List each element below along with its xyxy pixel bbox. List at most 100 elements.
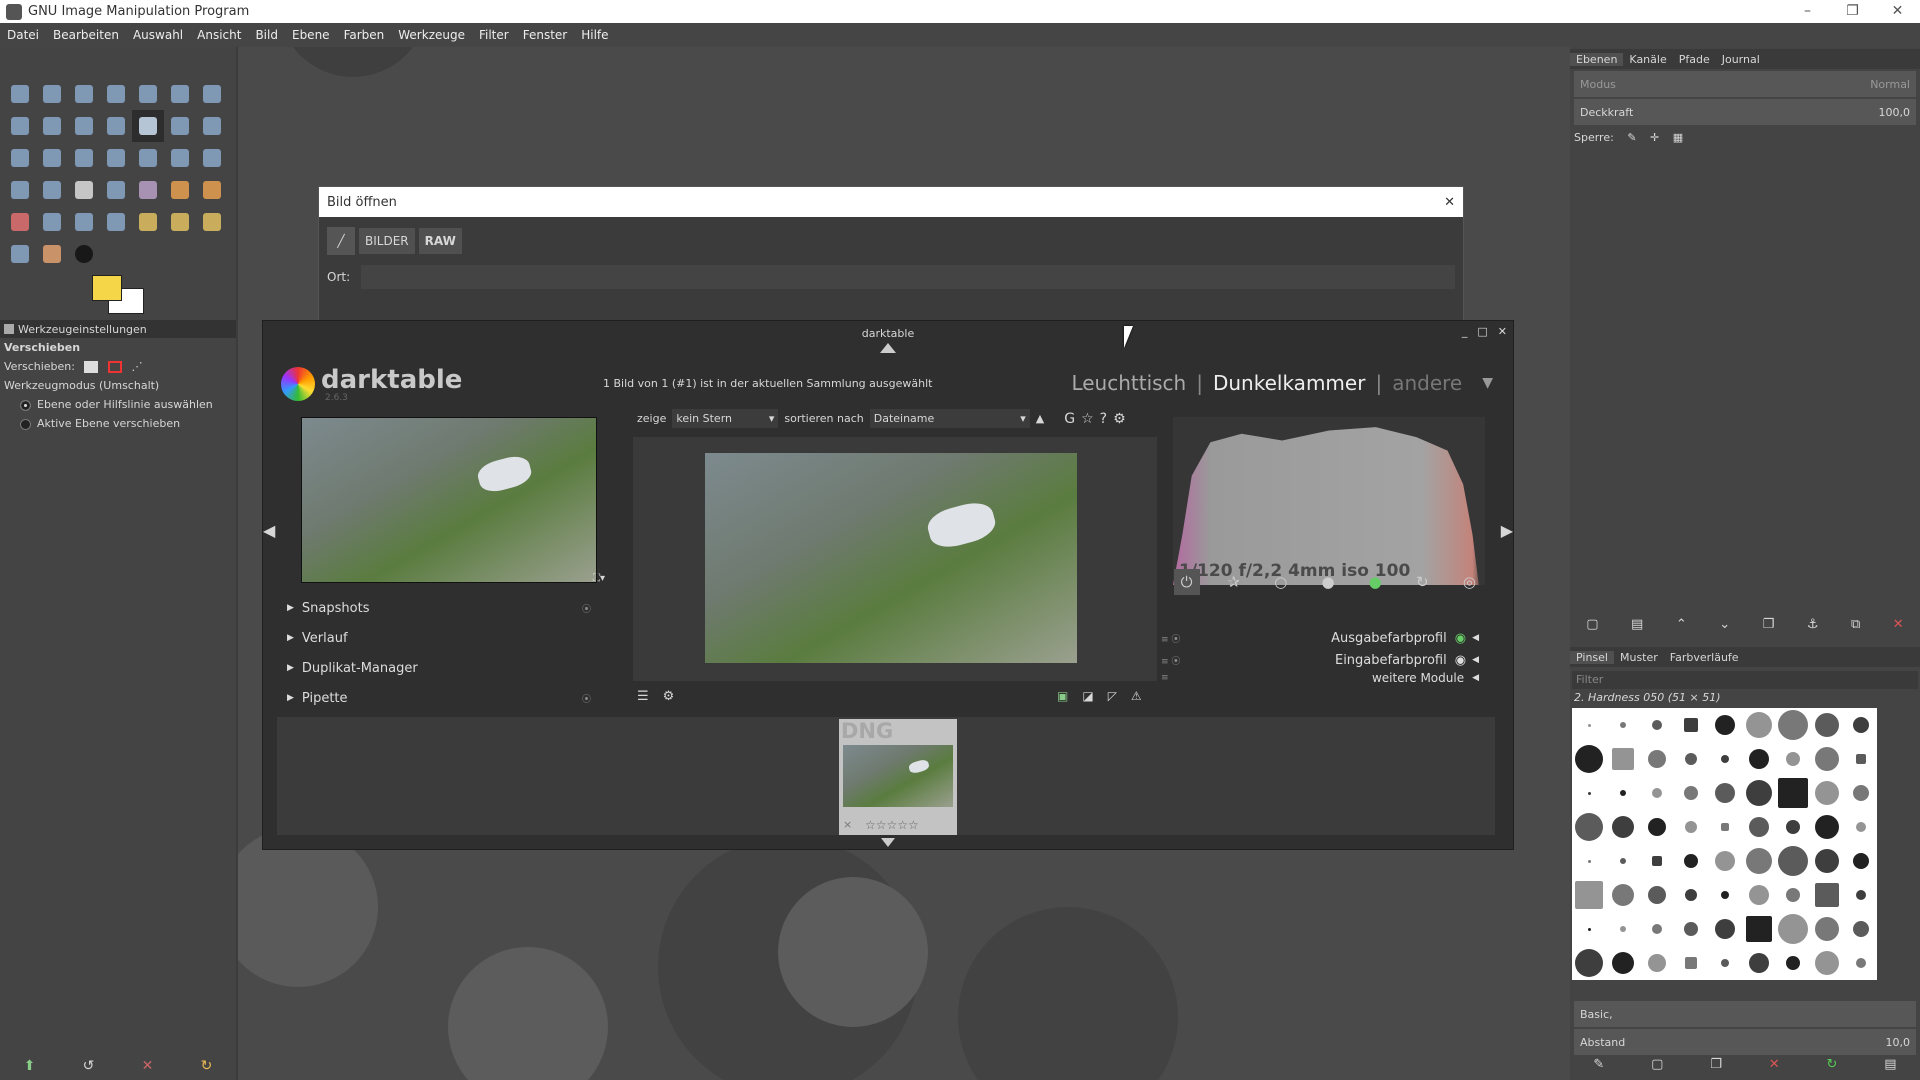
brush-preset-select[interactable]: Basic, <box>1574 1001 1916 1027</box>
perspective-icon[interactable] <box>164 142 196 174</box>
brush-preview[interactable] <box>1606 912 1640 946</box>
brush-spacing-slider[interactable]: Abstand 10,0 <box>1574 1029 1916 1055</box>
view-menu-icon[interactable]: ▼ <box>1482 371 1493 395</box>
new-layer-icon[interactable]: ▢ <box>1586 617 1598 641</box>
gradient-icon[interactable] <box>132 174 164 206</box>
location-input[interactable] <box>361 265 1455 289</box>
brush-preview[interactable] <box>1640 742 1674 776</box>
anchor-layer-icon[interactable]: ⚓ <box>1807 617 1819 641</box>
scissors-icon[interactable] <box>164 78 196 110</box>
view-dunkelkammer[interactable]: Dunkelkammer <box>1213 371 1365 395</box>
brush-preview[interactable] <box>1810 912 1844 946</box>
tab-pinsel[interactable]: Pinsel <box>1570 650 1614 664</box>
blur-icon[interactable] <box>4 238 36 270</box>
ellipse-select-icon[interactable] <box>36 78 68 110</box>
brush-preview[interactable] <box>1606 708 1640 742</box>
navigation-preview[interactable] <box>301 417 597 583</box>
mypaint-brush-icon[interactable] <box>100 206 132 238</box>
tab-muster[interactable]: Muster <box>1614 651 1664 664</box>
brush-preview[interactable] <box>1572 844 1606 878</box>
cage-transform-icon[interactable] <box>4 174 36 206</box>
delete-brush-icon[interactable]: ✕ <box>1769 1057 1780 1079</box>
view-andere[interactable]: andere <box>1392 371 1462 395</box>
move-layer-icon[interactable] <box>84 361 99 373</box>
brush-preview[interactable] <box>1606 742 1640 776</box>
duplicate-layer-icon[interactable]: ❐ <box>1763 617 1775 641</box>
airbrush-icon[interactable] <box>36 206 68 238</box>
brush-preview[interactable] <box>1776 742 1810 776</box>
collapse-top-panel-icon[interactable] <box>880 343 896 353</box>
rect-select-icon[interactable] <box>4 78 36 110</box>
histogram[interactable]: 1/120 f/2,2 4mm iso 100 <box>1173 417 1485 585</box>
module-verlauf[interactable]: ▶ Verlauf <box>275 623 621 653</box>
brush-preview[interactable] <box>1606 878 1640 912</box>
reset-options-icon[interactable]: ↻ <box>201 1058 213 1074</box>
bucket-fill-icon[interactable] <box>100 174 132 206</box>
tone-group-icon[interactable]: ● <box>1315 569 1341 595</box>
foreground-select-icon[interactable] <box>196 78 228 110</box>
path-segment-bilder[interactable]: BILDER <box>359 228 415 254</box>
more-modules[interactable]: ≡ weitere Module ◀ <box>1161 667 1479 689</box>
brush-preview[interactable] <box>1708 878 1742 912</box>
basic-group-icon[interactable]: ○ <box>1268 569 1294 595</box>
zoom-icon[interactable] <box>68 110 100 142</box>
module-duplikat[interactable]: ▶ Duplikat-Manager <box>275 653 621 683</box>
brush-preview[interactable] <box>1844 776 1878 810</box>
brush-preview[interactable] <box>1572 946 1606 980</box>
brush-filter-input[interactable]: Filter <box>1572 671 1918 689</box>
brush-preview[interactable] <box>1708 708 1742 742</box>
effect-group-icon[interactable]: ◎ <box>1456 569 1482 595</box>
styles-icon[interactable]: ⚙ <box>663 689 675 704</box>
brush-preview[interactable] <box>1640 946 1674 980</box>
brush-preview[interactable] <box>1572 742 1606 776</box>
merge-layer-icon[interactable]: ⧉ <box>1851 617 1860 641</box>
brush-preview[interactable] <box>1844 708 1878 742</box>
brush-preview[interactable] <box>1674 776 1708 810</box>
tab-ebenen[interactable]: Ebenen <box>1570 52 1624 66</box>
tab-journal[interactable]: Journal <box>1716 53 1766 66</box>
paths-icon[interactable] <box>4 110 36 142</box>
module-ausgabefarbprofil[interactable]: ≡ ⦿ Ausgabefarbprofil ◉ ◀ <box>1161 623 1479 653</box>
menu-datei[interactable]: Datei <box>0 28 46 42</box>
ink-icon[interactable] <box>68 206 100 238</box>
brush-preview[interactable] <box>1810 946 1844 980</box>
module-pipette[interactable]: ▶ Pipette ⦿ <box>275 683 621 713</box>
preferences-gear-icon[interactable]: ⚙ <box>1113 411 1126 427</box>
brush-preview[interactable] <box>1708 946 1742 980</box>
module-reset-icon[interactable]: ≡ ⦿ <box>1161 654 1180 667</box>
help-icon[interactable]: ? <box>1100 411 1107 427</box>
brush-preview[interactable] <box>1674 708 1708 742</box>
mode-option-active[interactable]: Aktive Ebene verschieben <box>0 414 236 433</box>
brush-preview[interactable] <box>1572 708 1606 742</box>
module-power-icon[interactable]: ◉ <box>1455 653 1466 667</box>
brush-preview[interactable] <box>1640 776 1674 810</box>
foreground-color-swatch-top[interactable] <box>92 275 122 301</box>
grouping-icon[interactable]: G <box>1064 411 1075 427</box>
align-icon[interactable] <box>164 110 196 142</box>
raise-layer-icon[interactable]: ⌃ <box>1676 617 1687 641</box>
edit-path-icon[interactable]: ╱ <box>327 227 355 255</box>
lock-alpha-icon[interactable]: ▦ <box>1673 131 1683 144</box>
save-options-icon[interactable]: ⬆ <box>24 1058 36 1074</box>
lasso-icon[interactable] <box>68 78 100 110</box>
measure-icon[interactable] <box>100 110 132 142</box>
duplicate-brush-icon[interactable]: ❐ <box>1710 1057 1722 1079</box>
module-expand-icon[interactable]: ◀ <box>1472 633 1479 643</box>
brush-preview[interactable] <box>1674 810 1708 844</box>
reset-icon[interactable]: ⦿ <box>582 602 591 615</box>
heal-icon[interactable] <box>164 206 196 238</box>
menu-hilfe[interactable]: Hilfe <box>574 28 615 42</box>
brush-preview[interactable] <box>1742 946 1776 980</box>
view-leuchttisch[interactable]: Leuchttisch <box>1071 371 1186 395</box>
brush-preview[interactable] <box>1844 878 1878 912</box>
menu-ansicht[interactable]: Ansicht <box>190 28 248 42</box>
close-button[interactable]: ✕ <box>1875 0 1920 23</box>
dt-close-button[interactable]: ✕ <box>1498 325 1507 338</box>
collapse-right-panel-icon[interactable]: ▶ <box>1501 521 1513 540</box>
brush-preview[interactable] <box>1572 878 1606 912</box>
center-image-area[interactable] <box>633 437 1157 681</box>
brush-preview[interactable] <box>1674 742 1708 776</box>
brush-preview[interactable] <box>1776 946 1810 980</box>
unified-transform-icon[interactable] <box>4 142 36 174</box>
softproof-icon[interactable]: ▣ <box>1057 689 1068 703</box>
